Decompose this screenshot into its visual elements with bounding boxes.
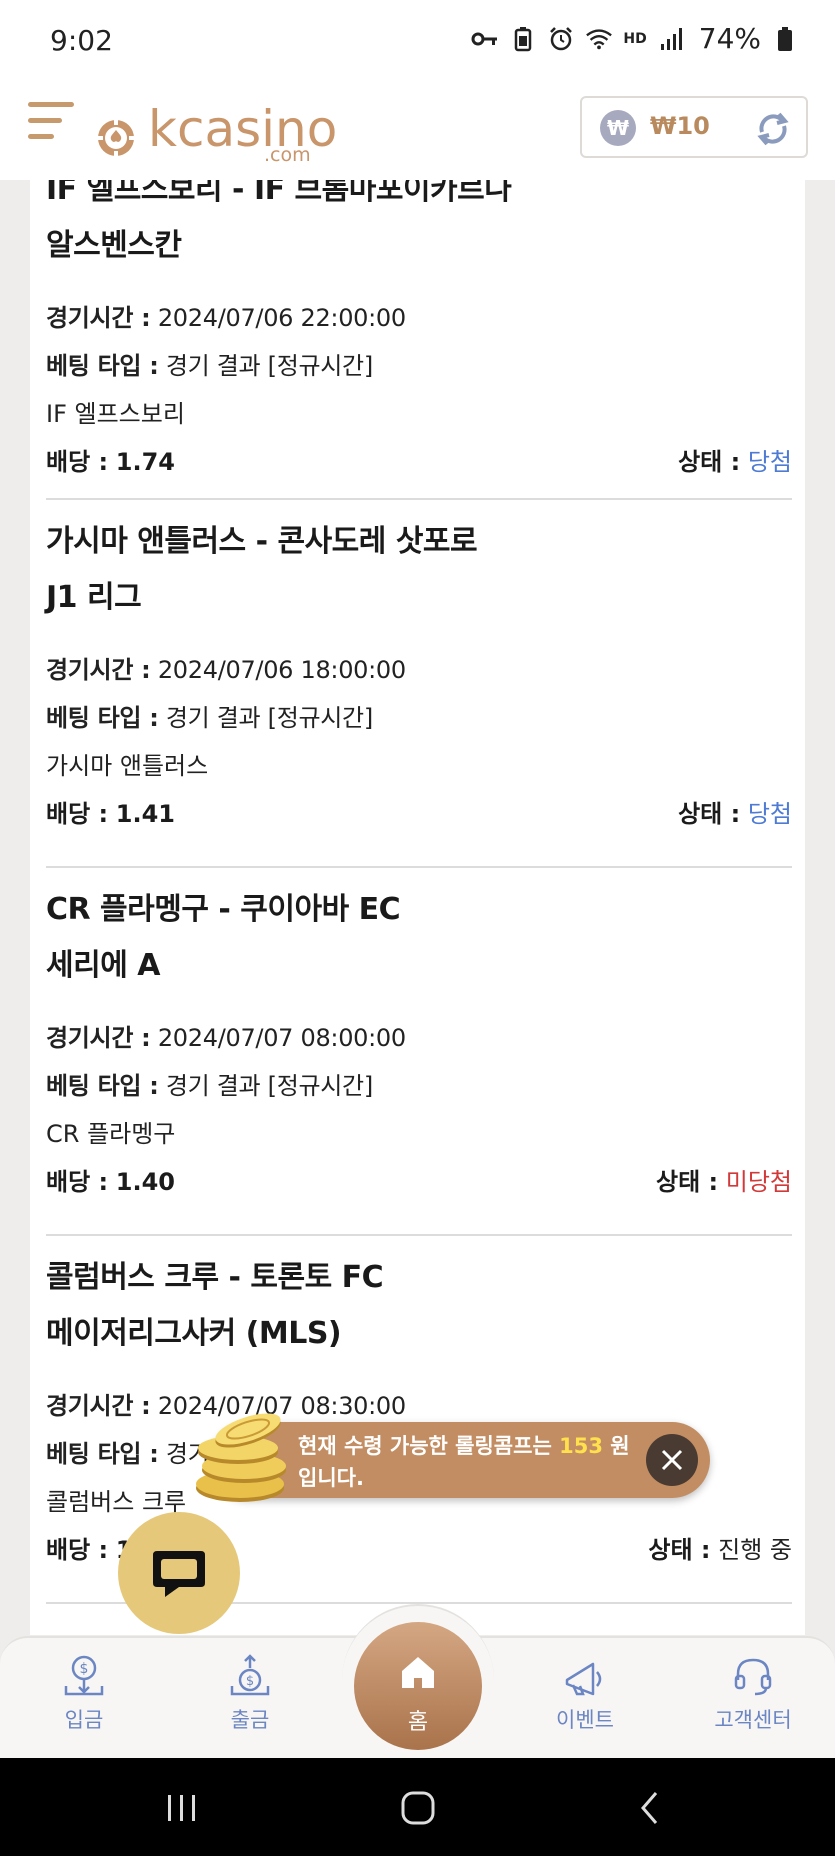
bet-card: 가시마 앤틀러스 - 콘사도레 삿포로 J1 리그 경기시간 : 2024/07… (46, 500, 792, 868)
league-name: J1 리그 (46, 580, 142, 615)
home-square-icon (401, 1791, 435, 1825)
gold-coins-icon (196, 1413, 286, 1502)
wifi-icon (585, 25, 613, 53)
nav-support-label: 고객센터 (714, 1708, 792, 1732)
kcasino-logo[interactable]: kcasino .com (92, 94, 337, 166)
match-title: IF 엘프스보리 - IF 브롬마포이카르나 (46, 180, 512, 207)
odds-status-row: 배당 : 1.41 상태 : 당첨 (46, 790, 792, 838)
status-bar: 9:02 HD 74% (0, 0, 835, 84)
odds: 배당 : 1.74 (46, 448, 175, 476)
nav-event[interactable]: 이벤트 (525, 1652, 645, 1734)
home-icon (402, 1657, 434, 1688)
bet-status: 상태 : 진행 중 (648, 1536, 792, 1564)
recent-apps-button[interactable] (152, 1786, 212, 1830)
odds: 배당 : 1.41 (46, 800, 175, 828)
home-system-button[interactable] (388, 1786, 448, 1830)
match-time: 경기시간 : 2024/07/06 22:00:00 (46, 304, 406, 332)
league-name: 세리에 A (46, 948, 160, 983)
status-value: 당첨 (747, 448, 792, 476)
status-time: 9:02 (50, 24, 113, 57)
wallet-balance[interactable]: ₩ ₩10 (580, 96, 808, 158)
nav-event-label: 이벤트 (556, 1708, 614, 1732)
withdraw-icon: $ (230, 1654, 270, 1696)
chat-bubble-icon (153, 1551, 205, 1597)
wallet-amount: ₩10 (650, 112, 710, 140)
recent-apps-icon (168, 1795, 195, 1821)
odds-status-row: 배당 : 1.40 상태 : 미당첨 (46, 1158, 792, 1206)
back-button[interactable] (620, 1786, 680, 1830)
bet-pick: 가시마 앤틀러스 (46, 752, 209, 780)
bet-card: CR 플라멩구 - 쿠이아바 EC 세리에 A 경기시간 : 2024/07/0… (46, 868, 792, 1236)
match-time: 경기시간 : 2024/07/07 08:00:00 (46, 1024, 406, 1052)
league-name: 메이저리그사커 (MLS) (46, 1316, 342, 1351)
status-value: 진행 중 (718, 1536, 792, 1564)
nav-support[interactable]: 고객센터 (693, 1652, 813, 1734)
match-title: 가시마 앤틀러스 - 콘사도레 삿포로 (46, 524, 478, 559)
close-icon (661, 1449, 683, 1471)
nav-deposit-label: 입금 (64, 1708, 104, 1732)
bet-type: 베팅 타입 : 경기 결과 [정규시간] (46, 352, 373, 380)
comp-amount: 153 (559, 1434, 603, 1458)
bet-status: 상태 : 미당첨 (655, 1168, 792, 1196)
key-icon (471, 25, 499, 53)
battery-icon (771, 25, 799, 53)
refresh-icon[interactable] (754, 110, 792, 148)
system-nav-bar (0, 1758, 835, 1856)
match-time: 경기시간 : 2024/07/06 18:00:00 (46, 656, 406, 684)
bet-pick: IF 엘프스보리 (46, 400, 185, 428)
app-header: kcasino .com ₩ ₩10 (0, 84, 835, 180)
toast-message: 현재 수령 가능한 롤링콤프는 153 원 입니다. (298, 1434, 630, 1490)
deposit-icon: $ (64, 1655, 104, 1696)
bet-status: 상태 : 당첨 (678, 448, 792, 476)
odds-status-row: 배당 : 1.74 상태 : 당첨 (46, 438, 792, 486)
league-name: 알스벤스칸 (46, 228, 182, 263)
bet-pick: CR 플라멩구 (46, 1120, 176, 1148)
back-chevron-icon (641, 1792, 658, 1824)
alarm-icon (547, 25, 575, 53)
nav-withdraw-label: 출금 (230, 1708, 270, 1732)
hamburger-menu-icon[interactable] (28, 102, 74, 148)
hd-badge: HD (623, 30, 647, 47)
logo-com: .com (264, 144, 311, 166)
svg-text:$: $ (80, 1661, 89, 1677)
bet-status: 상태 : 당첨 (678, 800, 792, 828)
bet-card: IF 엘프스보리 - IF 브롬마포이카르나 알스벤스칸 경기시간 : 2024… (46, 180, 792, 500)
status-icons: HD 74% (471, 22, 799, 55)
match-title: 콜럼버스 크루 - 토론토 FC (46, 1260, 384, 1295)
status-value: 미당첨 (725, 1168, 792, 1196)
bet-type: 베팅 타입 : 경기 결과 [정규시간] (46, 704, 373, 732)
nav-home-button[interactable]: 홈 (354, 1622, 482, 1750)
odds: 배당 : 1.40 (46, 1168, 175, 1196)
nav-deposit[interactable]: $ 입금 (24, 1652, 144, 1734)
battery-percent: 74% (698, 22, 761, 55)
bet-history-list[interactable]: IF 엘프스보리 - IF 브롬마포이카르나 알스벤스칸 경기시간 : 2024… (30, 180, 805, 1635)
chat-button[interactable] (118, 1512, 240, 1634)
svg-text:$: $ (246, 1674, 254, 1689)
signal-icon (657, 25, 685, 53)
battery-saver-icon (509, 25, 537, 53)
toast-close-button[interactable] (646, 1434, 698, 1486)
nav-home-label: 홈 (407, 1710, 429, 1735)
won-coin-icon: ₩ (600, 110, 636, 146)
headset-icon (734, 1658, 772, 1696)
status-value: 당첨 (747, 800, 792, 828)
match-title: CR 플라멩구 - 쿠이아바 EC (46, 892, 401, 927)
poker-chip-icon (97, 119, 135, 157)
bet-type: 베팅 타입 : 경기 결과 [정규시간] (46, 1072, 373, 1100)
nav-withdraw[interactable]: $ 출금 (190, 1652, 310, 1734)
megaphone-icon (565, 1662, 602, 1696)
